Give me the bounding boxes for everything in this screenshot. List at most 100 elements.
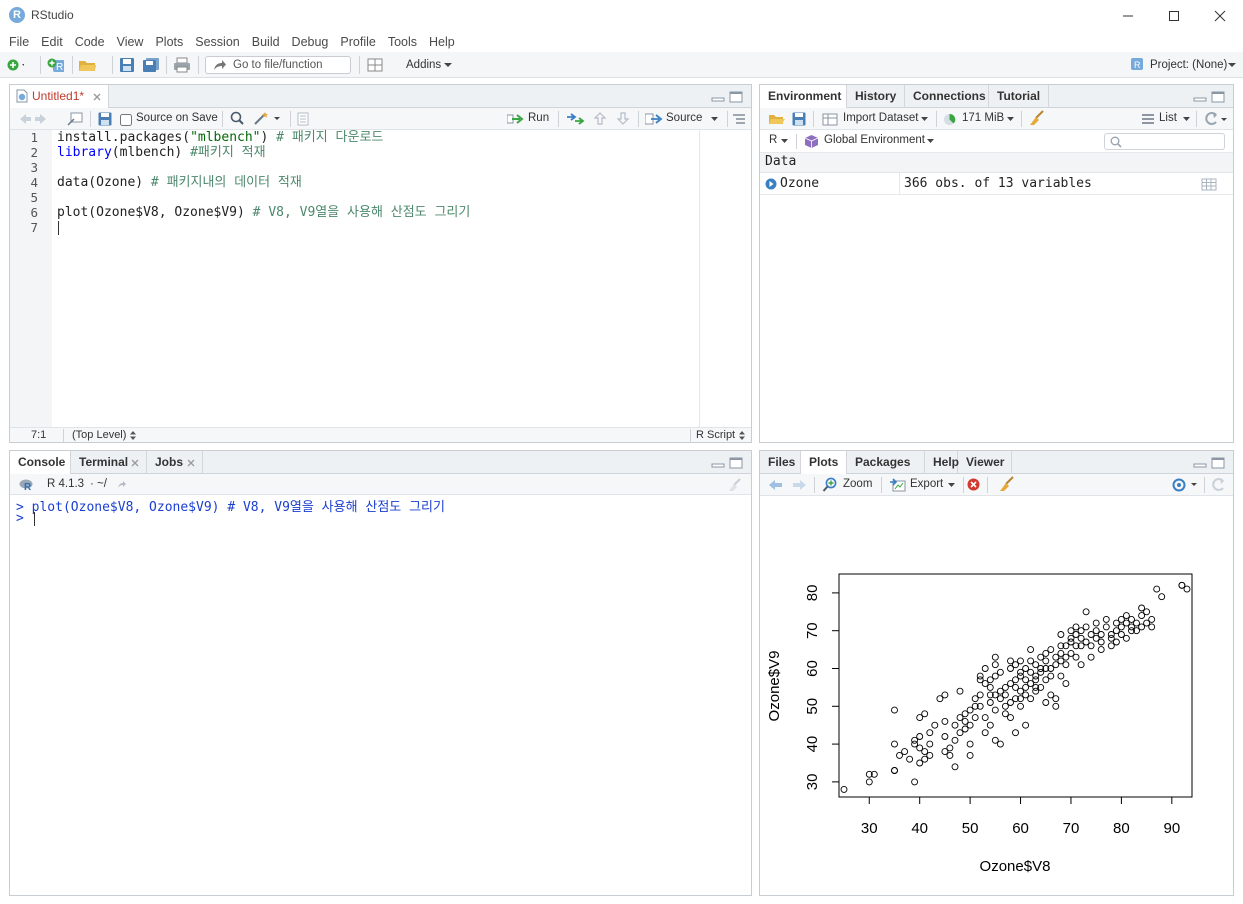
source-button[interactable]: Source <box>645 110 720 128</box>
go-to-directory-icon[interactable] <box>117 480 127 489</box>
back-forward-icon[interactable] <box>18 112 48 126</box>
zoom-button[interactable]: Zoom <box>821 476 876 494</box>
tab-viewer[interactable]: Viewer <box>958 451 1012 474</box>
maximize-pane-icon[interactable] <box>729 91 743 103</box>
menu-session[interactable]: Session <box>190 35 244 49</box>
tab-untitled1[interactable]: Untitled1* <box>10 85 109 109</box>
tab-packages[interactable]: Packages <box>847 451 925 474</box>
pane-layout-icon[interactable] <box>367 57 385 73</box>
menu-code[interactable]: Code <box>70 35 110 49</box>
search-icon[interactable] <box>230 111 244 126</box>
tab-connections[interactable]: Connections <box>905 85 989 108</box>
source-on-save-checkbox[interactable] <box>120 114 132 126</box>
menu-edit[interactable]: Edit <box>36 35 68 49</box>
console-input-area[interactable] <box>10 495 751 895</box>
refresh-plot-icon[interactable] <box>1210 477 1226 493</box>
working-directory[interactable]: · ~/ <box>90 478 107 490</box>
environment-search-input[interactable] <box>1104 133 1225 150</box>
tab-history[interactable]: History <box>847 85 905 108</box>
menu-build[interactable]: Build <box>247 35 285 49</box>
go-to-previous-section-icon[interactable] <box>593 111 607 126</box>
scope-selector[interactable]: (Top Level) <box>72 429 126 441</box>
memory-usage-button[interactable]: 171 MiB <box>943 110 1017 128</box>
goto-file-input[interactable]: Go to file/function <box>205 56 351 74</box>
menu-profile[interactable]: Profile <box>335 35 380 49</box>
maximize-button[interactable] <box>1151 0 1197 31</box>
tab-jobs[interactable]: Jobs <box>147 451 203 474</box>
remove-plot-icon[interactable] <box>967 478 980 491</box>
rerun-icon[interactable] <box>566 112 586 126</box>
go-to-next-section-icon[interactable] <box>616 111 630 126</box>
language-selector[interactable]: R <box>769 134 777 146</box>
minimize-pane-icon[interactable] <box>711 91 725 103</box>
outline-icon[interactable] <box>732 113 746 125</box>
publish-icon[interactable] <box>1170 478 1200 492</box>
minimize-button[interactable] <box>1105 0 1151 31</box>
export-button[interactable]: Export <box>888 476 958 494</box>
minimize-pane-icon[interactable] <box>1193 457 1207 469</box>
next-plot-icon[interactable] <box>791 478 807 492</box>
environment-row-ozone[interactable]: Ozone 366 obs. of 13 variables <box>760 173 1233 195</box>
data-point <box>1082 608 1090 616</box>
save-workspace-icon[interactable] <box>792 112 806 126</box>
editor-toolbar: Source on Save Run Source <box>10 108 751 130</box>
clear-objects-broom-icon[interactable] <box>1028 110 1046 126</box>
tab-tutorial[interactable]: Tutorial <box>989 85 1049 108</box>
tab-plots[interactable]: Plots <box>801 451 847 475</box>
editor-statusbar: 7:1 (Top Level) R Script <box>10 427 751 442</box>
file-type-selector[interactable]: R Script <box>696 429 735 441</box>
minimize-pane-icon[interactable] <box>1193 91 1207 103</box>
data-point <box>956 687 964 695</box>
code-tools-wand-icon[interactable] <box>253 111 281 126</box>
view-data-grid-icon[interactable] <box>1201 178 1217 191</box>
load-workspace-icon[interactable] <box>768 112 786 126</box>
x-axis: 30 40 50 60 70 80 90 <box>861 796 1180 837</box>
tab-console[interactable]: Console <box>10 451 71 475</box>
data-point <box>1077 661 1085 669</box>
run-button[interactable]: Run <box>507 110 552 128</box>
maximize-pane-icon[interactable] <box>1211 91 1225 103</box>
save-icon[interactable] <box>119 57 137 73</box>
clear-plots-broom-icon[interactable] <box>998 476 1016 492</box>
view-mode-selector[interactable]: List <box>1159 112 1177 124</box>
maximize-pane-icon[interactable] <box>1211 457 1225 469</box>
open-file-icon[interactable] <box>78 57 96 73</box>
print-icon[interactable] <box>173 57 191 73</box>
addins-menu[interactable]: Addins <box>406 59 441 71</box>
menu-plots[interactable]: Plots <box>150 35 188 49</box>
tab-files[interactable]: Files <box>760 451 801 474</box>
project-menu[interactable]: Project: (None) <box>1150 59 1227 71</box>
save-all-icon[interactable] <box>142 57 160 73</box>
close-window-button[interactable] <box>1197 0 1243 31</box>
new-project-icon[interactable]: R <box>46 57 64 73</box>
close-tab-icon[interactable] <box>131 459 139 467</box>
clear-console-icon[interactable] <box>726 478 744 492</box>
refresh-icon[interactable] <box>1203 111 1229 127</box>
previous-plot-icon[interactable] <box>768 478 784 492</box>
minimize-pane-icon[interactable] <box>711 457 725 469</box>
source-tabstrip: Untitled1* <box>10 85 751 109</box>
environment-scope-selector[interactable]: Global Environment <box>824 134 925 146</box>
menu-tools[interactable]: Tools <box>383 35 422 49</box>
menu-debug[interactable]: Debug <box>287 35 334 49</box>
compile-report-icon[interactable] <box>297 112 309 126</box>
new-file-icon[interactable] <box>6 57 24 73</box>
save-file-icon[interactable] <box>98 112 112 126</box>
expand-object-icon[interactable] <box>765 178 777 190</box>
import-dataset-button[interactable]: Import Dataset <box>820 110 932 128</box>
zoom-icon <box>822 477 837 492</box>
tab-terminal[interactable]: Terminal <box>71 451 147 474</box>
close-tab-icon[interactable] <box>187 459 195 467</box>
menu-file[interactable]: File <box>4 35 34 49</box>
menu-help[interactable]: Help <box>424 35 460 49</box>
r-version: R 4.1.3 <box>47 478 85 490</box>
tab-environment[interactable]: Environment <box>760 85 847 109</box>
code-editor[interactable]: 1 2 3 4 5 6 7 install.packages("mlbench"… <box>10 130 751 427</box>
show-in-window-icon[interactable] <box>67 112 83 126</box>
maximize-pane-icon[interactable] <box>729 457 743 469</box>
tab-help[interactable]: Help <box>925 451 959 474</box>
menu-view[interactable]: View <box>112 35 149 49</box>
close-tab-icon[interactable] <box>93 93 101 101</box>
toolbar-separator <box>936 111 937 127</box>
data-point <box>986 721 994 729</box>
